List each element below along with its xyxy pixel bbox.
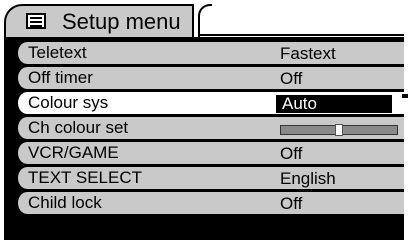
menu-item-value: Off (280, 69, 303, 88)
setup-menu: Setup menu Teletext Fastext Off timer Of… (0, 0, 408, 242)
menu-item-value: Off (280, 144, 303, 163)
title-divider (198, 34, 404, 36)
menu-item-label: Ch colour set (28, 118, 129, 137)
menu-item-vcr-game[interactable]: VCR/GAME Off (16, 142, 404, 164)
menu-item-label: Teletext (28, 43, 87, 62)
menu-item-label: Off timer (28, 68, 93, 87)
colour-slider-track[interactable] (280, 124, 398, 136)
menu-item-ch-colour-set[interactable]: Ch colour set (16, 117, 404, 139)
menu-item-text-select[interactable]: TEXT SELECT English (16, 167, 404, 189)
menu-item-value: Off (280, 194, 303, 213)
menu-item-label: TEXT SELECT (28, 168, 142, 187)
menu-item-label: Colour sys (28, 93, 109, 112)
menu-item-colour-sys[interactable]: Colour sys Auto (16, 92, 408, 114)
menu-item-value: Fastext (280, 44, 336, 63)
menu-item-child-lock[interactable]: Child lock Off (16, 192, 404, 214)
menu-item-value: English (280, 169, 336, 188)
menu-item-label: VCR/GAME (28, 143, 119, 162)
menu-item-value: Auto (282, 94, 317, 113)
title-tab-cap (198, 4, 212, 37)
menu-title: Setup menu (62, 9, 181, 34)
menu-item-label: Child lock (28, 193, 102, 212)
menu-item-teletext[interactable]: Teletext Fastext (16, 42, 404, 64)
colour-slider-knob[interactable] (335, 124, 343, 136)
menu-item-off-timer[interactable]: Off timer Off (16, 67, 404, 89)
scroll-indicator (402, 94, 408, 98)
menu-frame: Teletext Fastext Off timer Off Colour sy… (4, 37, 408, 240)
menu-title-tab: Setup menu (4, 4, 194, 37)
list-icon (26, 13, 46, 29)
